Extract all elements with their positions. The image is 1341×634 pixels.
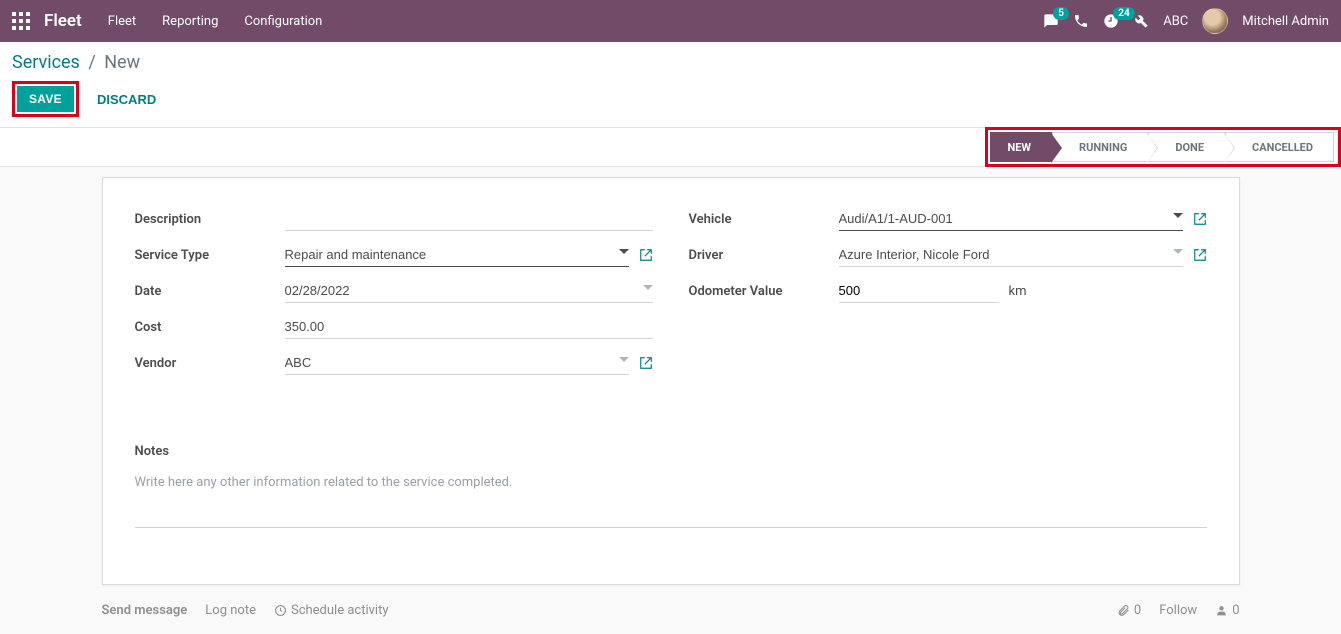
statusbar-highlight: NEW RUNNING DONE CANCELLED bbox=[985, 127, 1341, 167]
description-input[interactable] bbox=[285, 207, 653, 231]
status-cancelled[interactable]: CANCELLED bbox=[1225, 132, 1334, 162]
form-sheet: Description Service Type D bbox=[102, 177, 1240, 585]
apps-icon[interactable] bbox=[12, 12, 30, 30]
status-bar: NEW RUNNING DONE CANCELLED bbox=[990, 132, 1334, 162]
phone-icon bbox=[1073, 13, 1089, 29]
breadcrumb-current: New bbox=[104, 52, 140, 73]
driver-label: Driver bbox=[689, 248, 839, 263]
messages-button[interactable]: 5 bbox=[1043, 13, 1059, 29]
cost-input[interactable] bbox=[285, 315, 653, 339]
follow-button[interactable]: Follow bbox=[1159, 603, 1197, 618]
vendor-external-link[interactable] bbox=[639, 356, 653, 370]
right-column: Vehicle Driver bbox=[689, 206, 1207, 386]
debug-button[interactable] bbox=[1133, 13, 1149, 29]
paperclip-icon bbox=[1117, 604, 1130, 617]
external-link-icon bbox=[639, 356, 653, 370]
driver-input[interactable] bbox=[839, 243, 1183, 267]
vehicle-label: Vehicle bbox=[689, 212, 839, 227]
attachments-button[interactable]: 0 bbox=[1117, 603, 1141, 618]
messages-badge: 5 bbox=[1053, 7, 1069, 20]
followers-count: 0 bbox=[1232, 603, 1239, 618]
description-label: Description bbox=[135, 212, 285, 227]
vendor-input[interactable] bbox=[285, 351, 629, 375]
schedule-activity-label: Schedule activity bbox=[291, 603, 389, 618]
left-column: Description Service Type D bbox=[135, 206, 653, 386]
user-avatar[interactable] bbox=[1202, 8, 1228, 34]
menu-fleet[interactable]: Fleet bbox=[108, 14, 136, 29]
cost-label: Cost bbox=[135, 320, 285, 335]
status-new[interactable]: NEW bbox=[990, 132, 1052, 162]
save-highlight: SAVE bbox=[12, 81, 79, 117]
wrench-icon bbox=[1133, 13, 1149, 29]
save-button[interactable]: SAVE bbox=[17, 86, 74, 112]
status-done[interactable]: DONE bbox=[1148, 132, 1225, 162]
menu-reporting[interactable]: Reporting bbox=[162, 14, 218, 29]
discard-button[interactable]: DISCARD bbox=[89, 86, 164, 113]
form-area: Description Service Type D bbox=[0, 167, 1341, 585]
menu-configuration[interactable]: Configuration bbox=[244, 14, 322, 29]
attachments-count: 0 bbox=[1134, 603, 1141, 618]
activities-badge: 24 bbox=[1113, 7, 1134, 20]
vehicle-external-link[interactable] bbox=[1193, 212, 1207, 226]
notes-section: Notes bbox=[135, 444, 1207, 532]
schedule-activity-button[interactable]: Schedule activity bbox=[274, 603, 389, 618]
date-label: Date bbox=[135, 284, 285, 299]
company-switcher[interactable]: ABC bbox=[1163, 14, 1188, 29]
service-type-input[interactable] bbox=[285, 243, 629, 267]
breadcrumb-root[interactable]: Services bbox=[12, 52, 80, 73]
topbar-right: 5 24 ABC Mitchell Admin bbox=[1043, 8, 1329, 34]
main-menu: Fleet Reporting Configuration bbox=[108, 14, 323, 29]
notes-heading: Notes bbox=[135, 444, 1207, 459]
driver-external-link[interactable] bbox=[1193, 248, 1207, 262]
external-link-icon bbox=[1193, 212, 1207, 226]
person-icon bbox=[1215, 604, 1228, 617]
external-link-icon bbox=[639, 248, 653, 262]
breadcrumb-sep: / bbox=[88, 52, 95, 73]
odometer-label: Odometer Value bbox=[689, 284, 839, 299]
breadcrumb: Services / New bbox=[12, 52, 1329, 73]
external-link-icon bbox=[1193, 248, 1207, 262]
app-brand[interactable]: Fleet bbox=[44, 11, 82, 31]
date-input[interactable] bbox=[285, 279, 653, 303]
service-type-external-link[interactable] bbox=[639, 248, 653, 262]
phone-button[interactable] bbox=[1073, 13, 1089, 29]
top-nav: Fleet Fleet Reporting Configuration 5 24… bbox=[0, 0, 1341, 42]
followers-button[interactable]: 0 bbox=[1215, 603, 1239, 618]
send-message-button[interactable]: Send message bbox=[102, 603, 188, 618]
vehicle-input[interactable] bbox=[839, 207, 1183, 231]
log-note-button[interactable]: Log note bbox=[205, 603, 256, 618]
status-row: NEW RUNNING DONE CANCELLED bbox=[0, 128, 1341, 167]
notes-textarea[interactable] bbox=[135, 471, 1207, 528]
control-bar: Services / New SAVE DISCARD bbox=[0, 42, 1341, 128]
clock-icon bbox=[274, 604, 287, 617]
user-menu[interactable]: Mitchell Admin bbox=[1242, 14, 1329, 29]
odometer-input[interactable] bbox=[839, 279, 999, 303]
odometer-unit: km bbox=[1009, 284, 1027, 299]
chatter-bar: Send message Log note Schedule activity … bbox=[102, 603, 1240, 634]
activities-button[interactable]: 24 bbox=[1103, 13, 1119, 29]
status-running[interactable]: RUNNING bbox=[1052, 132, 1148, 162]
service-type-label: Service Type bbox=[135, 248, 285, 263]
vendor-label: Vendor bbox=[135, 356, 285, 371]
